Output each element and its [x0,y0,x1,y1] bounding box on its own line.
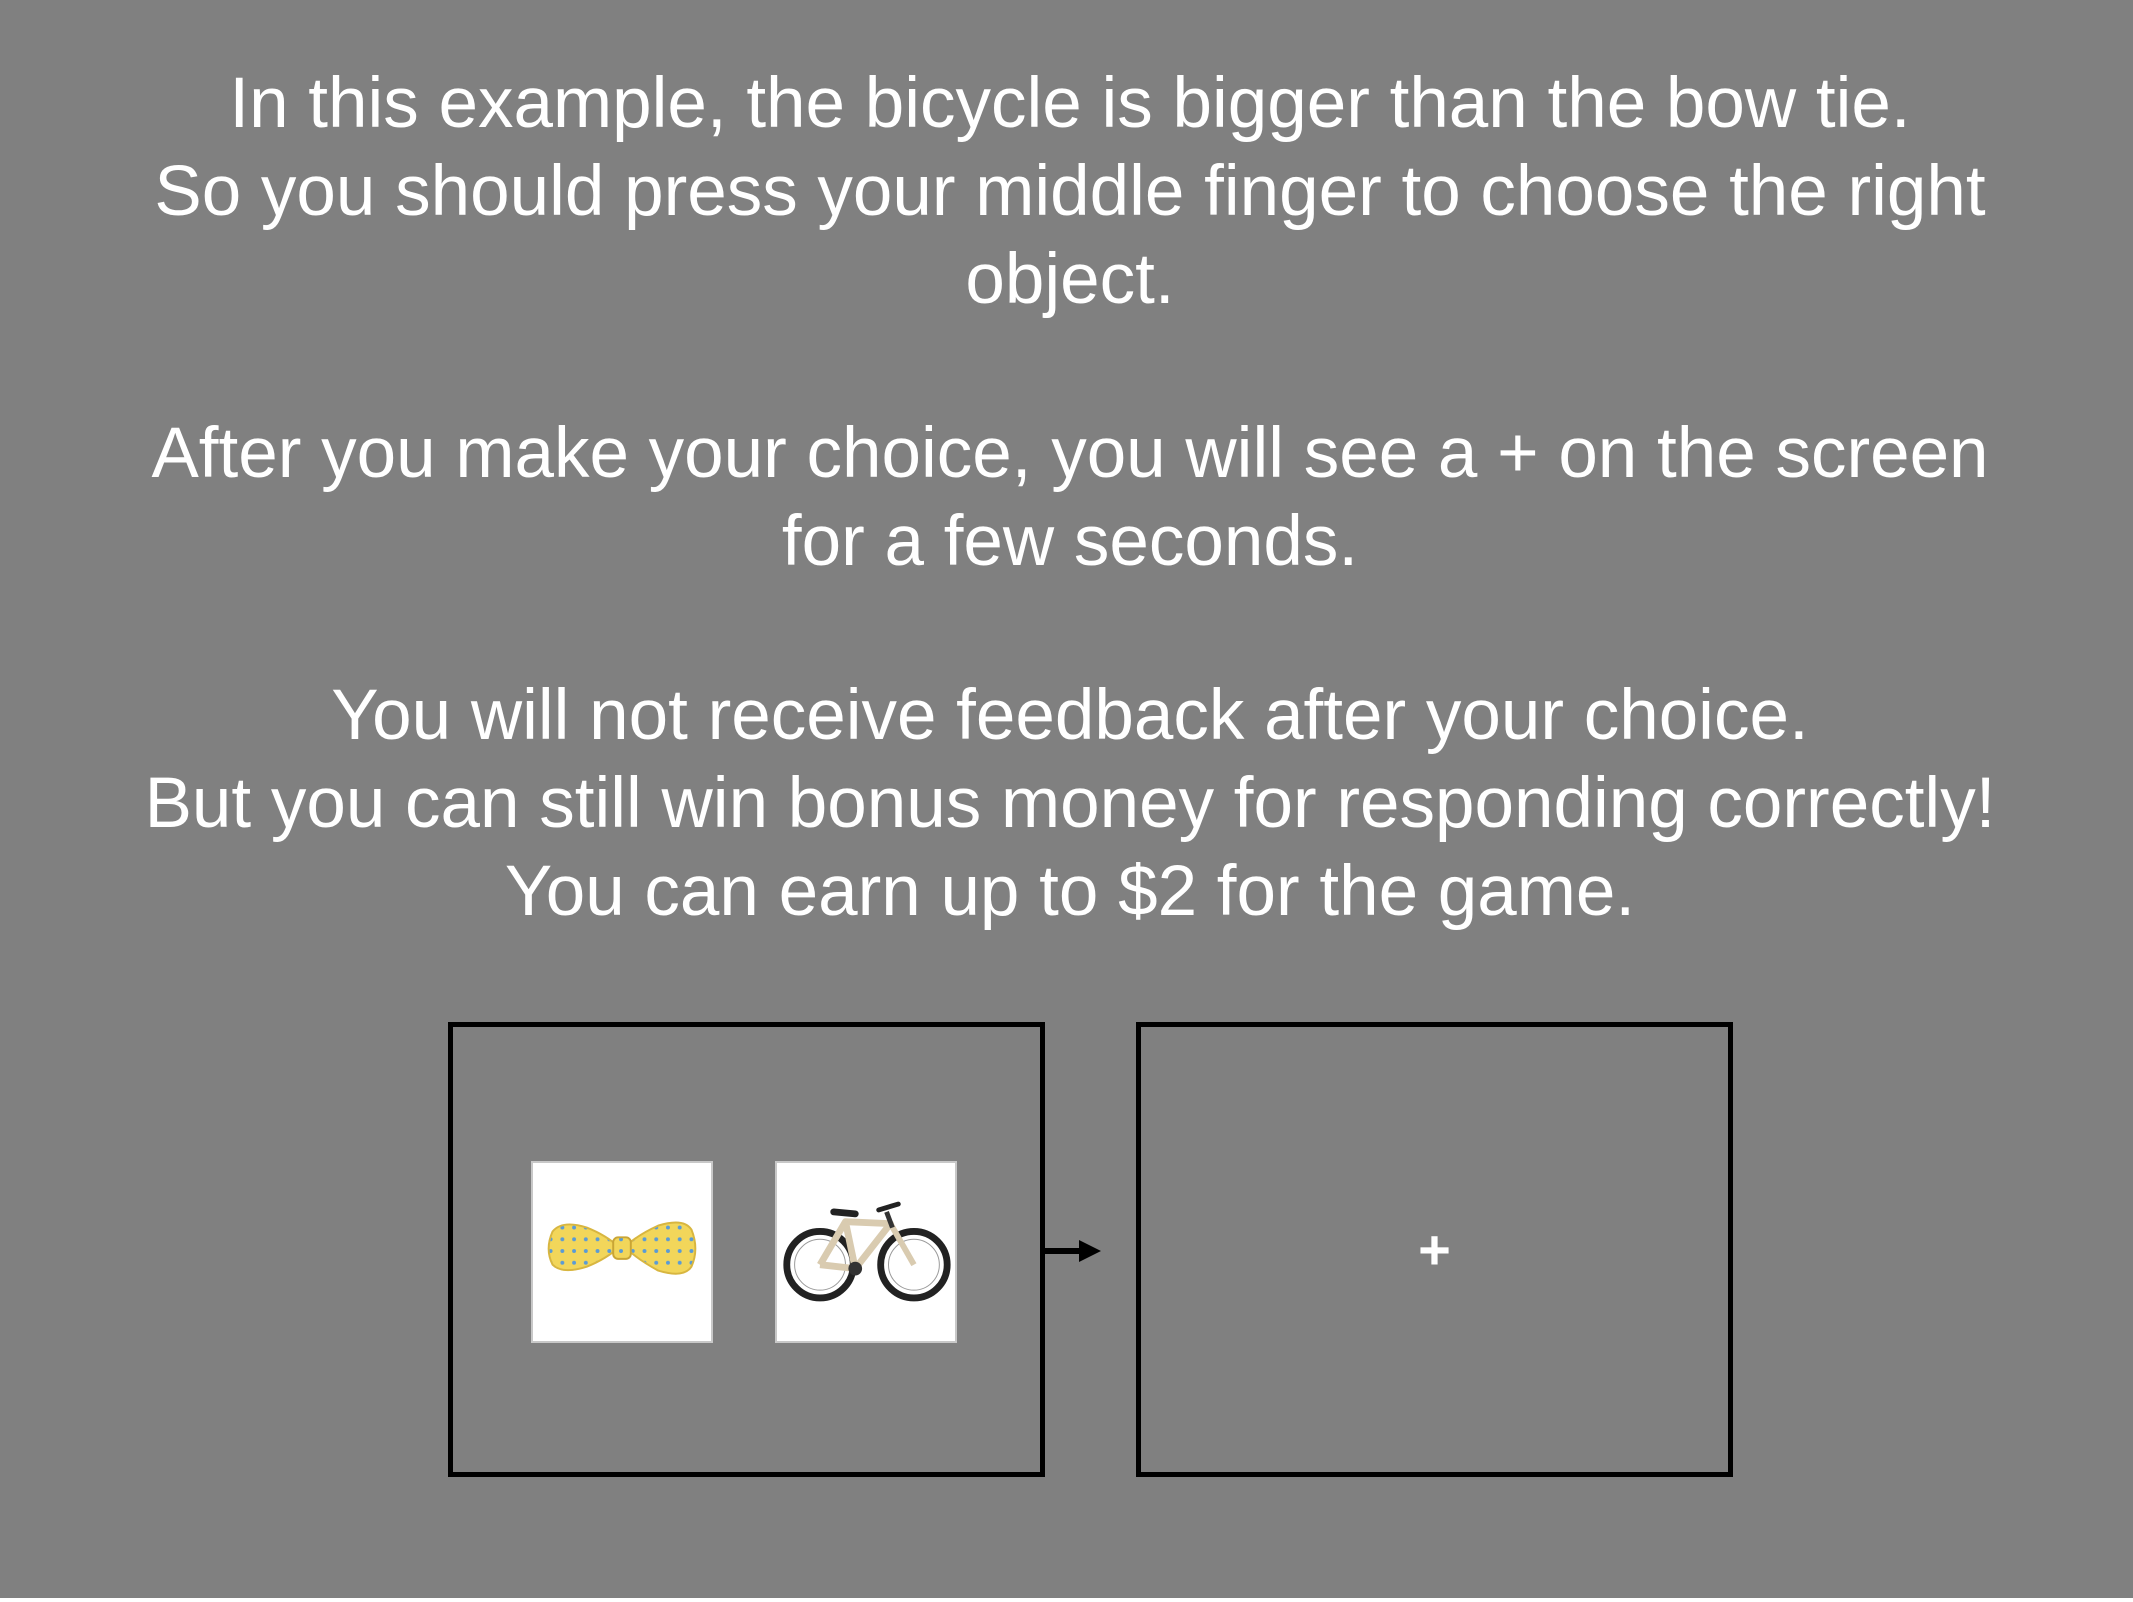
bow-tie-image [531,1161,713,1343]
instruction-line: You can earn up to $2 for the game. [504,852,1636,931]
instruction-paragraph-1: In this example, the bicycle is bigger t… [0,60,2133,324]
instruction-paragraph-2: After you make your choice, you will see… [0,410,2133,586]
instruction-line: You will not receive feedback after your… [331,676,1809,755]
instruction-line: In this example, the bicycle is bigger t… [229,64,1911,143]
instruction-line: object. [965,240,1175,319]
bicycle-icon [783,1201,951,1302]
instruction-paragraph-3: You will not receive feedback after your… [0,672,2133,936]
instruction-line: So you should press your middle finger t… [154,152,1986,231]
arrow-right-icon [1043,1240,1101,1262]
instruction-line: After you make your choice, you will see… [151,414,1989,493]
instruction-line: for a few seconds. [781,502,1359,581]
instruction-line: But you can still win bonus money for re… [144,764,1996,843]
bow-tie-icon [547,1221,697,1275]
instruction-text: In this example, the bicycle is bigger t… [0,60,2133,936]
instruction-slide: In this example, the bicycle is bigger t… [0,0,2133,1598]
bicycle-image [775,1161,957,1343]
fixation-cross: + [1418,1218,1451,1281]
